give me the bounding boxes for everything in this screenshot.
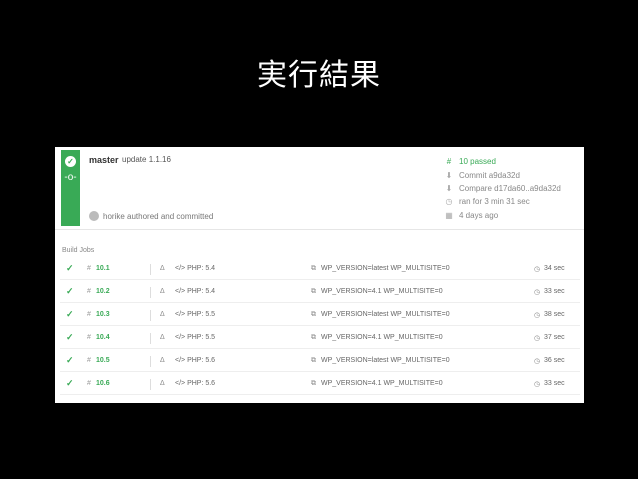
separator <box>150 310 151 321</box>
clock-icon: ◷ <box>534 358 541 365</box>
slide-title: 実行結果 <box>257 58 381 93</box>
hash-icon: # <box>87 265 91 272</box>
job-duration: 33 sec <box>544 380 565 387</box>
linux-icon: Δ <box>160 334 165 341</box>
job-language: </> PHP: 5.4 <box>175 265 216 272</box>
separator <box>150 264 151 275</box>
job-number: 10.2 <box>96 288 110 295</box>
job-language: </> PHP: 5.6 <box>175 380 216 387</box>
env-icon: ⧉ <box>311 357 316 364</box>
job-env: WP_VERSION=4.1 WP_MULTISITE=0 <box>321 380 443 387</box>
clock-icon: ◷ <box>534 289 541 296</box>
linux-icon: Δ <box>160 265 165 272</box>
commit-graph-icon: -o- <box>64 172 77 183</box>
hash-icon: # <box>87 288 91 295</box>
separator <box>150 333 151 344</box>
branch-name[interactable]: master <box>89 155 119 165</box>
job-row[interactable]: ✓ #10.5 Δ </> PHP: 5.6 ⧉ WP_VERSION=latest WP… <box>60 353 580 372</box>
job-row[interactable]: ✓ #10.4 Δ </> PHP: 5.5 ⧉ WP_VERSION=4.1 WP_MU… <box>60 330 580 349</box>
slide: 実行結果 ✓ -o- master update 1.1.16 horike a… <box>0 0 638 479</box>
linux-icon: Δ <box>160 311 165 318</box>
meta-text: 10 passed <box>459 157 496 167</box>
hash-icon: # <box>87 334 91 341</box>
compare-icon: ⬇ <box>445 183 453 193</box>
clock-icon: ◷ <box>534 312 541 319</box>
job-row[interactable]: ✓ #10.2 Δ </> PHP: 5.4 ⧉ WP_VERSION=4.1 WP_MU… <box>60 284 580 303</box>
job-duration: 36 sec <box>544 357 565 364</box>
job-row[interactable]: ✓ #10.6 Δ </> PHP: 5.6 ⧉ WP_VERSION=4.1 WP_MU… <box>60 376 580 395</box>
env-icon: ⧉ <box>311 311 316 318</box>
calendar-icon: ▦ <box>445 210 453 220</box>
job-language: </> PHP: 5.6 <box>175 357 216 364</box>
clock-icon: ◷ <box>534 335 541 342</box>
linux-icon: Δ <box>160 380 165 387</box>
linux-icon: Δ <box>160 288 165 295</box>
separator <box>150 379 151 390</box>
job-env: WP_VERSION=latest WP_MULTISITE=0 <box>321 357 450 364</box>
hash-icon: # <box>87 357 91 364</box>
job-row[interactable]: ✓ #10.1 Δ </> PHP: 5.4 ⧉ WP_VERSION=latest WP… <box>60 261 580 280</box>
job-duration: 33 sec <box>544 288 565 295</box>
job-env: WP_VERSION=latest WP_MULTISITE=0 <box>321 311 450 318</box>
job-language: </> PHP: 5.5 <box>175 334 216 341</box>
separator <box>150 356 151 367</box>
author-text: horike authored and committed <box>103 211 214 221</box>
check-icon: ✓ <box>66 332 74 342</box>
build-jobs-list: ✓ #10.1 Δ </> PHP: 5.4 ⧉ WP_VERSION=latest WP… <box>60 261 580 399</box>
job-language: </> PHP: 5.5 <box>175 311 216 318</box>
env-icon: ⧉ <box>311 334 316 341</box>
check-icon: ✓ <box>66 286 74 296</box>
commit-author: horike authored and committed <box>89 211 213 221</box>
build-status-bar: ✓ -o- <box>61 150 80 226</box>
job-env: WP_VERSION=4.1 WP_MULTISITE=0 <box>321 334 443 341</box>
commit-icon: ⬇ <box>445 170 453 180</box>
build-meta: #10 passed ⬇ Commit a9da32d ⬇ Compare d17da6… <box>444 155 561 222</box>
clock-icon: ◷ <box>534 266 541 273</box>
meta-row: ▦ 4 days ago <box>444 209 561 222</box>
check-icon: ✓ <box>66 355 74 365</box>
job-env: WP_VERSION=latest WP_MULTISITE=0 <box>321 265 450 272</box>
build-jobs-heading: Build Jobs <box>62 247 95 254</box>
meta-row[interactable]: ⬇ Compare d17da60..a9da32d <box>444 182 561 195</box>
job-env: WP_VERSION=4.1 WP_MULTISITE=0 <box>321 288 443 295</box>
env-icon: ⧉ <box>311 288 316 295</box>
meta-text: Compare d17da60..a9da32d <box>459 183 561 193</box>
job-number: 10.5 <box>96 357 110 364</box>
separator <box>150 287 151 298</box>
env-icon: ⧉ <box>311 265 316 272</box>
hash-icon: # <box>87 311 91 318</box>
hash-icon: # <box>87 380 91 387</box>
check-icon: ✓ <box>66 378 74 388</box>
build-summary: ✓ -o- master update 1.1.16 horike author… <box>55 147 584 230</box>
hash-icon: # <box>446 157 452 167</box>
avatar <box>89 211 99 221</box>
clock-icon: ◷ <box>534 381 541 388</box>
job-duration: 37 sec <box>544 334 565 341</box>
clock-icon: ◷ <box>445 197 453 207</box>
linux-icon: Δ <box>160 357 165 364</box>
meta-row: ◷ ran for 3 min 31 sec <box>444 195 561 208</box>
meta-text: Commit a9da32d <box>459 170 520 180</box>
meta-text: ran for 3 min 31 sec <box>459 197 530 207</box>
meta-text: 4 days ago <box>459 210 499 220</box>
job-number: 10.6 <box>96 380 110 387</box>
job-number: 10.1 <box>96 265 110 272</box>
job-number: 10.4 <box>96 334 110 341</box>
job-duration: 38 sec <box>544 311 565 318</box>
check-icon: ✓ <box>66 309 74 319</box>
build-panel: ✓ -o- master update 1.1.16 horike author… <box>55 147 584 403</box>
job-row[interactable]: ✓ #10.3 Δ </> PHP: 5.5 ⧉ WP_VERSION=latest WP… <box>60 307 580 326</box>
env-icon: ⧉ <box>311 380 316 387</box>
commit-message: update 1.1.16 <box>122 155 171 164</box>
job-language: </> PHP: 5.4 <box>175 288 216 295</box>
meta-row[interactable]: #10 passed <box>444 155 561 168</box>
job-number: 10.3 <box>96 311 110 318</box>
check-circle-icon: ✓ <box>65 156 76 167</box>
job-duration: 34 sec <box>544 265 565 272</box>
meta-row[interactable]: ⬇ Commit a9da32d <box>444 168 561 181</box>
check-icon: ✓ <box>66 263 74 273</box>
